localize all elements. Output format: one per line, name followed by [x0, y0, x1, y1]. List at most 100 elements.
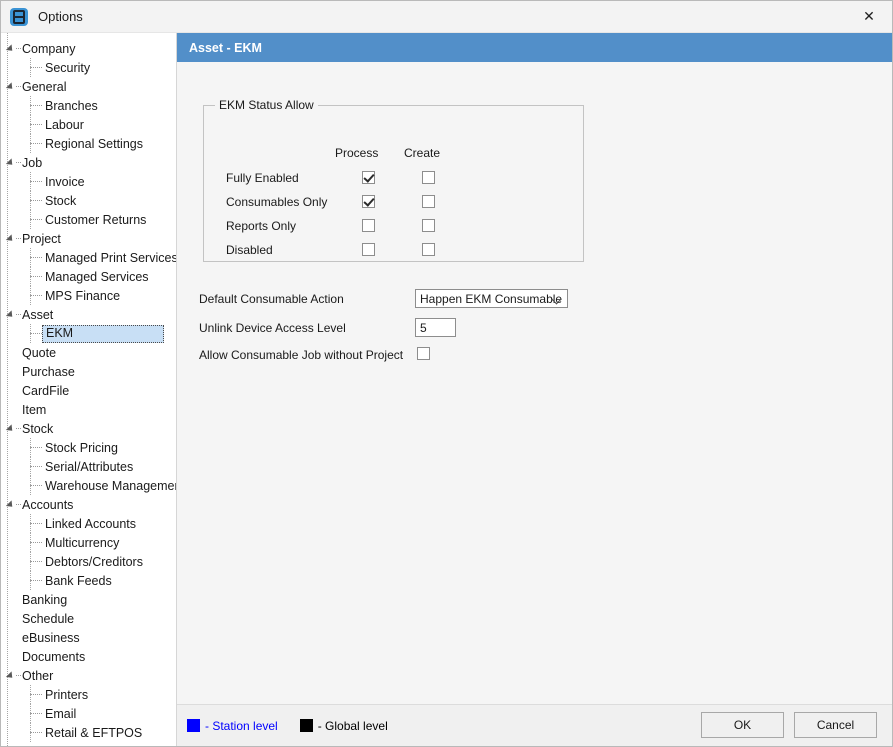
sidebar-item-security[interactable]: Security: [1, 58, 176, 77]
sidebar-item-stock[interactable]: Stock: [1, 191, 176, 210]
default-consumable-action-select[interactable]: Happen EKM Consumable: [415, 289, 568, 308]
expander-triangle-icon[interactable]: [6, 158, 15, 167]
sidebar-item-documents[interactable]: Documents: [1, 647, 176, 666]
checkbox-process[interactable]: [362, 219, 375, 232]
checkbox-create[interactable]: [422, 171, 435, 184]
expander-triangle-icon[interactable]: [6, 82, 15, 91]
tree-connector: [16, 48, 21, 50]
ok-button[interactable]: OK: [701, 712, 784, 738]
sidebar-item-label: Other: [22, 669, 53, 683]
expander-triangle-icon[interactable]: [6, 44, 15, 53]
tree-connector: [30, 561, 42, 562]
sidebar-item-labour[interactable]: Labour: [1, 115, 176, 134]
tree-connector: [30, 181, 42, 182]
close-icon[interactable]: ✕: [846, 1, 892, 32]
checkbox-process[interactable]: [362, 243, 375, 256]
column-header-process: Process: [335, 146, 378, 160]
sidebar-item-label: Bank Feeds: [45, 574, 112, 588]
expander-triangle-icon[interactable]: [6, 424, 15, 433]
sidebar-item-label: Security: [45, 61, 90, 75]
sidebar-item-project[interactable]: Project: [1, 229, 176, 248]
footer-bar: - Station level - Global level OK Cancel: [177, 704, 892, 746]
sidebar-item-purchase[interactable]: Purchase: [1, 362, 176, 381]
expander-triangle-icon[interactable]: [6, 234, 15, 243]
sidebar-item-cardfile[interactable]: CardFile: [1, 381, 176, 400]
sidebar-item-quote[interactable]: Quote: [1, 343, 176, 362]
tree-connector: [30, 333, 42, 334]
sidebar-item-label: Banking: [22, 593, 67, 607]
page-title: Asset - EKM: [177, 33, 892, 62]
input-value: 5: [420, 321, 427, 335]
settings-tree[interactable]: Company Security General Branches Labour Regi…: [1, 33, 177, 746]
sidebar-item-label: Quote: [22, 346, 56, 360]
sidebar-item-stock[interactable]: Stock: [1, 419, 176, 438]
tree-connector: [16, 504, 21, 506]
checkbox-process[interactable]: [362, 195, 375, 208]
allow-consumable-job-without-project-checkbox[interactable]: [417, 347, 430, 360]
sidebar-item-managed-print-services[interactable]: Managed Print Services: [1, 248, 176, 267]
sidebar-item-branches[interactable]: Branches: [1, 96, 176, 115]
sidebar-item-regional-settings[interactable]: Regional Settings: [1, 134, 176, 153]
options-dialog: Options ✕ Company Security General Branches…: [0, 0, 893, 747]
sidebar-item-company[interactable]: Company: [1, 39, 176, 58]
sidebar-item-label: Documents: [22, 650, 85, 664]
tree-connector: [30, 105, 42, 106]
sidebar-item-managed-services[interactable]: Managed Services: [1, 267, 176, 286]
sidebar-item-printers[interactable]: Printers: [1, 685, 176, 704]
sidebar-item-schedule[interactable]: Schedule: [1, 609, 176, 628]
sidebar-item-other[interactable]: Other: [1, 666, 176, 685]
sidebar-item-label: Purchase: [22, 365, 75, 379]
sidebar-item-job[interactable]: Job: [1, 153, 176, 172]
cancel-button[interactable]: Cancel: [794, 712, 877, 738]
sidebar-item-label: Email: [45, 707, 76, 721]
sidebar-item-label: Branches: [45, 99, 98, 113]
column-header-create: Create: [404, 146, 440, 160]
sidebar-item-banking[interactable]: Banking: [1, 590, 176, 609]
sidebar-item-ekm[interactable]: EKM: [1, 324, 176, 343]
group-legend: EKM Status Allow: [215, 98, 318, 112]
field-label: Default Consumable Action: [199, 292, 344, 306]
expander-triangle-icon[interactable]: [6, 671, 15, 680]
sidebar-item-asset[interactable]: Asset: [1, 305, 176, 324]
window-title: Options: [38, 9, 83, 24]
sidebar-item-invoice[interactable]: Invoice: [1, 172, 176, 191]
sidebar-item-general[interactable]: General: [1, 77, 176, 96]
expander-triangle-icon[interactable]: [6, 310, 15, 319]
legend-station-level: - Station level: [187, 719, 278, 733]
sidebar-item-bank-feeds[interactable]: Bank Feeds: [1, 571, 176, 590]
sidebar-item-customer-returns[interactable]: Customer Returns: [1, 210, 176, 229]
sidebar-item-retail-eftpos[interactable]: Retail & EFTPOS: [1, 723, 176, 742]
sidebar-item-accounts[interactable]: Accounts: [1, 495, 176, 514]
sidebar-item-ebusiness[interactable]: eBusiness: [1, 628, 176, 647]
tree-connector: [30, 485, 42, 486]
sidebar-item-label: Managed Services: [45, 270, 149, 284]
sidebar-item-label: Managed Print Services: [45, 251, 177, 265]
unlink-device-access-level-input[interactable]: 5: [415, 318, 456, 337]
tree-connector: [16, 86, 21, 88]
sidebar-item-label: Job: [22, 156, 42, 170]
dialog-body: Company Security General Branches Labour Regi…: [1, 33, 892, 746]
tree-connector: [30, 694, 42, 695]
checkbox-process[interactable]: [362, 171, 375, 184]
sidebar-item-stock-pricing[interactable]: Stock Pricing: [1, 438, 176, 457]
tree-connector: [30, 257, 42, 258]
tree-connector: [30, 713, 42, 714]
sidebar-item-label: Regional Settings: [45, 137, 143, 151]
sidebar-item-warehouse-management[interactable]: Warehouse Management: [1, 476, 176, 495]
expander-triangle-icon[interactable]: [6, 500, 15, 509]
checkbox-create[interactable]: [422, 219, 435, 232]
sidebar-item-debtors-creditors[interactable]: Debtors/Creditors: [1, 552, 176, 571]
sidebar-item-email[interactable]: Email: [1, 704, 176, 723]
sidebar-item-multicurrency[interactable]: Multicurrency: [1, 533, 176, 552]
checkbox-create[interactable]: [422, 243, 435, 256]
sidebar-item-serial-attributes[interactable]: Serial/Attributes: [1, 457, 176, 476]
sidebar-item-label: eBusiness: [22, 631, 80, 645]
tree-connector: [30, 124, 42, 125]
sidebar-item-label: Labour: [45, 118, 84, 132]
tree-list: Company Security General Branches Labour Regi…: [1, 39, 176, 742]
sidebar-item-item[interactable]: Item: [1, 400, 176, 419]
sidebar-item-linked-accounts[interactable]: Linked Accounts: [1, 514, 176, 533]
checkbox-create[interactable]: [422, 195, 435, 208]
sidebar-item-mps-finance[interactable]: MPS Finance: [1, 286, 176, 305]
tree-connector: [30, 580, 42, 581]
